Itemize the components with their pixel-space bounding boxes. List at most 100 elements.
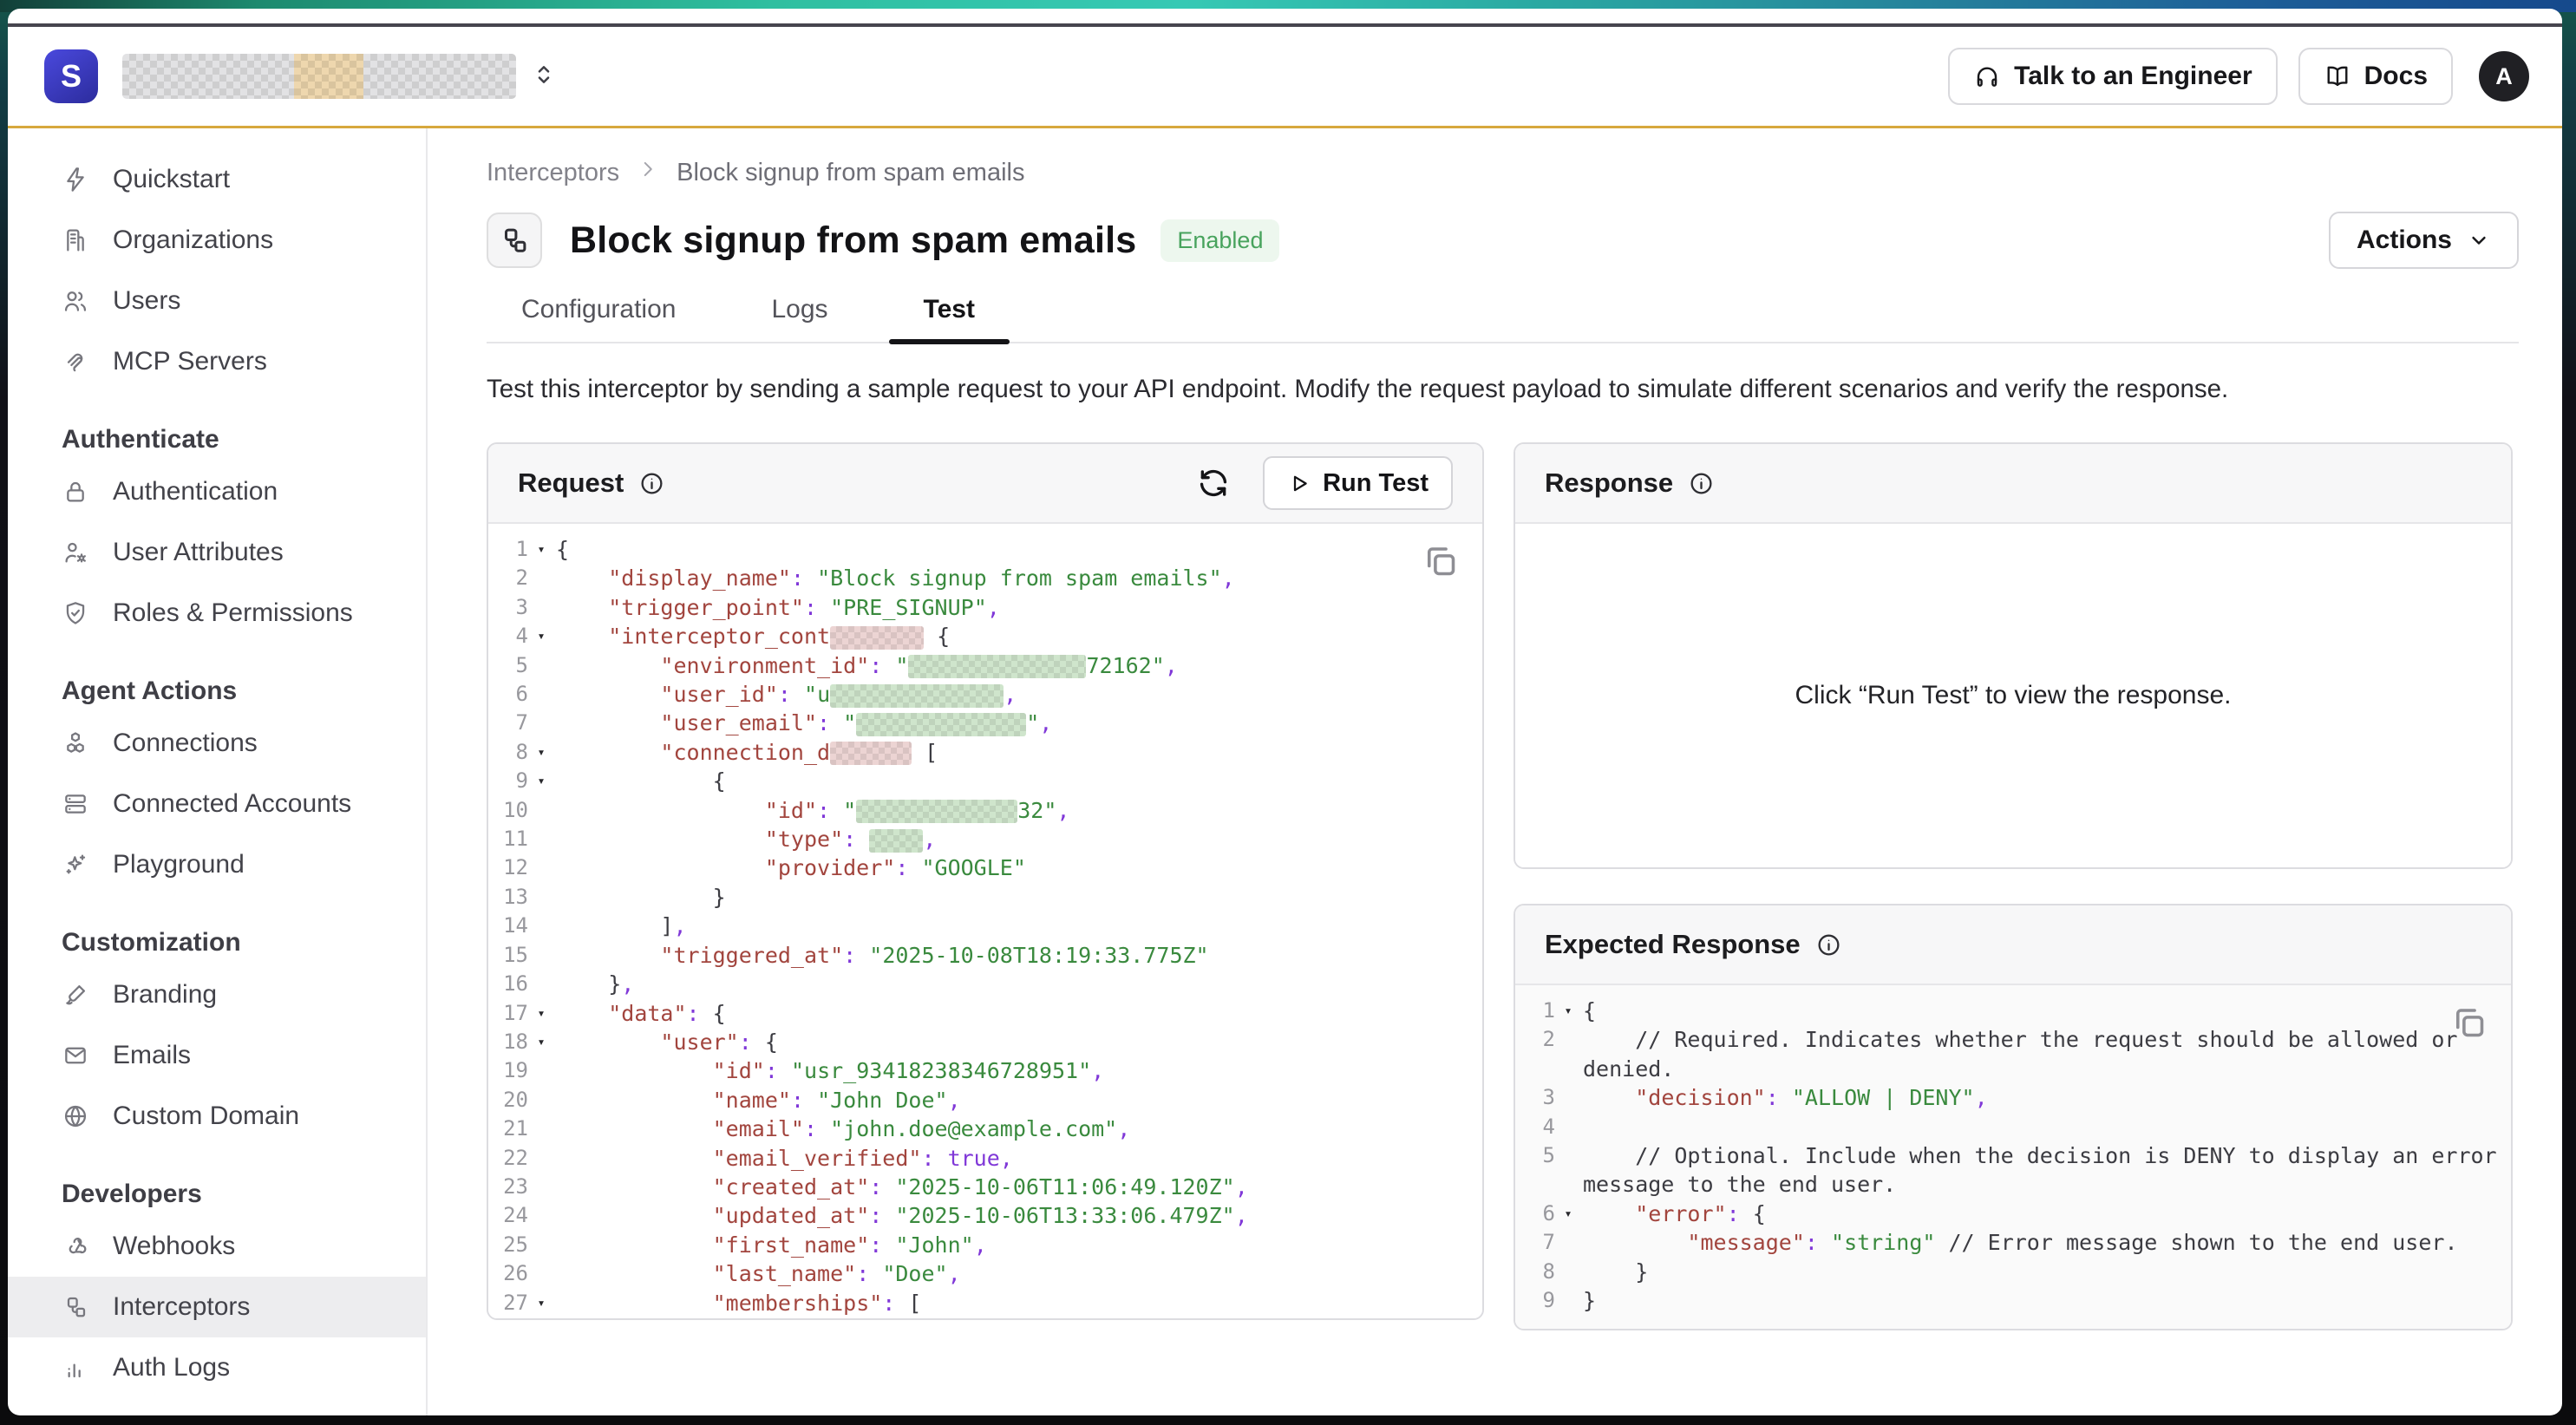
sidebar-item-label: Webhooks (113, 1232, 235, 1261)
fold-toggle-icon[interactable]: ▾ (528, 1289, 554, 1317)
info-icon[interactable] (638, 470, 665, 497)
sidebar-item-user-attributes[interactable]: User Attributes (8, 522, 426, 583)
fold-toggle-icon[interactable]: ▾ (528, 622, 554, 650)
request-panel-header: Request Run Test (488, 444, 1482, 524)
line-number: 4 (488, 622, 528, 650)
docs-button[interactable]: Docs (2298, 48, 2453, 105)
code-line: 18▾ "user": { (488, 1028, 1482, 1056)
redaction-block (363, 54, 516, 99)
fold-toggle-icon[interactable]: ▾ (528, 1028, 554, 1056)
code-line: 8▾ "connection_d [ (488, 738, 1482, 767)
copy-icon[interactable] (1421, 541, 1460, 585)
code-line: 8 } (1515, 1258, 2511, 1286)
sidebar-section-header: Customization (8, 921, 426, 964)
sidebar-item-auth-logs[interactable]: Auth Logs (8, 1337, 426, 1398)
sidebar-item-label: User Attributes (113, 538, 284, 567)
sidebar-item-roles-permissions[interactable]: Roles & Permissions (8, 583, 426, 644)
code-line: 26 "last_name": "Doe", (488, 1259, 1482, 1288)
interceptor-icon (62, 1293, 89, 1321)
sidebar-item-interceptors[interactable]: Interceptors (8, 1277, 426, 1337)
line-number: 6 (488, 680, 528, 709)
tab-bar: Configuration Logs Test (487, 295, 2519, 343)
breadcrumb-parent[interactable]: Interceptors (487, 159, 619, 187)
code-line: 7 "message": "string" // Error message s… (1515, 1228, 2511, 1257)
lock-icon (62, 478, 89, 506)
status-badge: Enabled (1161, 219, 1279, 262)
code-line: 6 "user_id": "u, (488, 680, 1482, 709)
org-icon (62, 226, 89, 254)
tab-logs[interactable]: Logs (736, 295, 862, 342)
chart-icon (62, 1354, 89, 1382)
line-number: 5 (488, 651, 528, 680)
info-icon[interactable] (1688, 470, 1715, 497)
page-title: Block signup from spam emails (570, 219, 1136, 262)
line-number: 1 (1515, 997, 1555, 1025)
zap-icon (62, 166, 89, 193)
fold-toggle-icon[interactable]: ▾ (528, 767, 554, 795)
sidebar-item-label: Emails (113, 1041, 191, 1070)
info-icon[interactable] (1815, 931, 1842, 958)
run-test-button[interactable]: Run Test (1263, 456, 1453, 510)
sidebar-item-authentication[interactable]: Authentication (8, 461, 426, 522)
sidebar-section-header: Authenticate (8, 418, 426, 461)
fold-toggle-icon[interactable]: ▾ (1555, 997, 1581, 1025)
user-avatar[interactable]: A (2479, 51, 2529, 101)
fold-toggle-icon[interactable]: ▾ (528, 535, 554, 564)
fold-toggle-icon[interactable]: ▾ (528, 999, 554, 1028)
sidebar-item-emails[interactable]: Emails (8, 1025, 426, 1086)
users-icon (62, 287, 89, 315)
sidebar-item-mcp-servers[interactable]: MCP Servers (8, 331, 426, 392)
sidebar-item-branding[interactable]: Branding (8, 964, 426, 1025)
redaction-block (856, 800, 1017, 823)
main-content: Interceptors Block signup from spam emai… (428, 128, 2562, 1415)
code-line: 20 "name": "John Doe", (488, 1086, 1482, 1115)
line-number: 2 (1515, 1025, 1555, 1054)
response-panel-title: Response (1545, 467, 1673, 499)
fold-toggle-icon[interactable]: ▾ (1555, 1199, 1581, 1228)
response-empty-state: Click “Run Test” to view the response. (1515, 524, 2511, 867)
copy-icon[interactable] (2449, 1003, 2488, 1047)
sidebar-item-connected-accounts[interactable]: Connected Accounts (8, 774, 426, 834)
line-number: 15 (488, 941, 528, 970)
tab-test[interactable]: Test (889, 295, 1010, 342)
globe-icon (62, 1102, 89, 1130)
redaction-block (830, 684, 1004, 708)
sidebar-item-quickstart[interactable]: Quickstart (8, 149, 426, 210)
request-panel-title: Request (518, 467, 624, 499)
request-code-editor[interactable]: 1▾{2 "display_name": "Block signup from … (488, 524, 1482, 1318)
redaction-block (908, 655, 1086, 678)
fold-toggle-icon[interactable]: ▾ (528, 738, 554, 767)
org-name-redacted[interactable] (122, 54, 516, 99)
line-number: 1 (488, 535, 528, 564)
code-line: 17▾ "data": { (488, 999, 1482, 1028)
talk-to-engineer-button[interactable]: Talk to an Engineer (1948, 48, 2278, 105)
sidebar-item-users[interactable]: Users (8, 271, 426, 331)
sidebar-item-label: Playground (113, 850, 245, 879)
line-number: 14 (488, 912, 528, 940)
redaction-block (830, 742, 912, 765)
sidebar-item-custom-domain[interactable]: Custom Domain (8, 1086, 426, 1147)
expected-response-code[interactable]: 1▾{2 // Required. Indicates whether the … (1515, 985, 2511, 1329)
book-icon (2324, 62, 2351, 90)
line-number: 27 (488, 1289, 528, 1317)
org-switcher-icon[interactable] (530, 61, 558, 93)
reset-request-icon[interactable] (1197, 467, 1230, 500)
sidebar-item-playground[interactable]: Playground (8, 834, 426, 895)
actions-button[interactable]: Actions (2329, 212, 2519, 269)
sidebar-item-connections[interactable]: Connections (8, 713, 426, 774)
line-number: 25 (488, 1231, 528, 1259)
sidebar-item-organizations[interactable]: Organizations (8, 210, 426, 271)
tab-configuration[interactable]: Configuration (487, 295, 710, 342)
mcp-icon (62, 348, 89, 376)
line-number: 24 (488, 1201, 528, 1230)
workspace-logo[interactable]: S (44, 49, 98, 103)
code-line: 11 "type": , (488, 825, 1482, 853)
line-number: 4 (1515, 1113, 1555, 1141)
sidebar-item-label: Auth Logs (113, 1353, 230, 1383)
line-number: 12 (488, 853, 528, 882)
line-number: 17 (488, 999, 528, 1028)
redaction-block (294, 54, 363, 99)
sidebar-item-webhooks[interactable]: Webhooks (8, 1216, 426, 1277)
line-number: 13 (488, 883, 528, 912)
rows-icon (62, 790, 89, 818)
